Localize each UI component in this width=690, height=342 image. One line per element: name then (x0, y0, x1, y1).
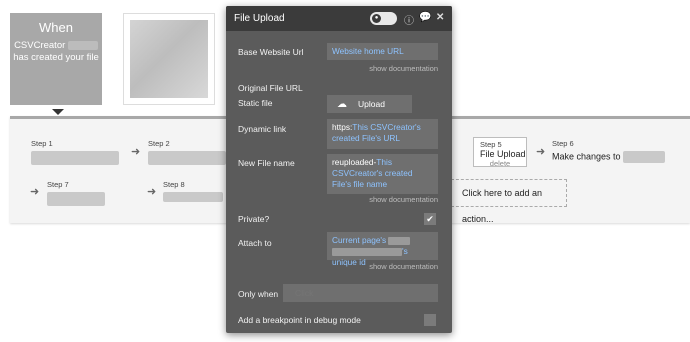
original-url-section-label: Original File URL (238, 83, 303, 93)
redacted-text (163, 192, 223, 203)
base-url-expression: Website home URL (332, 46, 404, 56)
event-trigger-card[interactable]: When CSVCreator has created your file (10, 13, 102, 105)
breakpoint-label: Add a breakpoint in debug mode (238, 315, 361, 325)
check-icon: ✔ (426, 214, 434, 224)
delete-step-link[interactable]: delete (480, 159, 526, 168)
show-documentation-link[interactable]: show documentation (369, 64, 438, 73)
redacted-image (130, 20, 208, 98)
redacted-text (31, 151, 119, 165)
event-when-label: When (39, 20, 73, 35)
step-label: Step 8 (163, 180, 185, 189)
event-card-placeholder[interactable] (123, 13, 215, 105)
step-name: Make changes to (552, 151, 621, 162)
step-label: Step 6 (552, 139, 574, 148)
dynamic-link-label: Dynamic link (238, 124, 287, 134)
workflow-step-6[interactable]: Step 6 Make changes to (552, 139, 666, 163)
redacted-text (332, 247, 402, 256)
event-app-name: CSVCreator (14, 40, 66, 51)
info-icon[interactable]: ⓘ (404, 12, 414, 27)
panel-title: File Upload (234, 13, 285, 24)
base-url-field[interactable]: Website home URL (327, 43, 438, 60)
only-when-input[interactable] (283, 284, 438, 302)
arrow-right-icon: ➜ (147, 186, 157, 198)
attach-to-field[interactable]: Current page's 's unique id (327, 232, 438, 267)
new-file-name-field[interactable]: reuploaded-This CSVCreator's created Fil… (327, 154, 438, 194)
arrow-right-icon: ➜ (131, 146, 141, 158)
new-file-name-label: New File name (238, 158, 295, 168)
close-icon[interactable]: ✕ (436, 12, 444, 23)
workflow-step-5[interactable]: Step 5 File Upload delete (473, 137, 527, 168)
dynamic-link-field[interactable]: https:This CSVCreator's created File's U… (327, 119, 438, 149)
property-editor-panel: File Upload ● ⓘ 💬 ✕ Base Website Url Web… (226, 6, 452, 333)
step-name: File Upload (480, 149, 526, 159)
new-file-name-prefix: reuploaded- (332, 157, 377, 167)
arrow-right-icon: ➜ (536, 146, 546, 158)
upload-button[interactable]: ☁ Upload (327, 95, 412, 113)
workflow-step-2[interactable]: Step 2 (148, 139, 226, 165)
redacted-text (67, 40, 98, 50)
comment-icon[interactable]: 💬 (419, 12, 431, 23)
step-label: Step 1 (31, 139, 53, 148)
panel-header: File Upload ● ⓘ 💬 ✕ (226, 6, 452, 31)
workflow-step-1[interactable]: Step 1 (31, 139, 119, 165)
pointer-down-icon (52, 109, 64, 115)
redacted-text (623, 151, 666, 163)
redacted-text (388, 236, 411, 245)
step-label: Step 7 (47, 180, 69, 189)
event-action: has created your file (13, 52, 99, 63)
event-description: CSVCreator has created your file (10, 40, 102, 64)
arrow-right-icon: ➜ (30, 186, 40, 198)
attach-to-label: Attach to (238, 238, 272, 248)
step-label: Step 2 (148, 139, 170, 148)
add-action-button[interactable]: Click here to add an action... (451, 179, 567, 224)
user-toggle-icon[interactable]: ● (370, 12, 397, 25)
private-checkbox[interactable]: ✔ (424, 213, 436, 225)
redacted-text (148, 151, 226, 165)
breakpoint-checkbox[interactable] (424, 314, 436, 326)
show-documentation-link[interactable]: show documentation (369, 195, 438, 204)
step-label: Step 5 (480, 140, 502, 149)
upload-cloud-icon: ☁ (337, 99, 347, 110)
static-file-label: Static file (238, 98, 273, 108)
show-documentation-link[interactable]: show documentation (369, 262, 438, 271)
only-when-label: Only when (238, 289, 279, 299)
private-label: Private? (238, 214, 270, 224)
workflow-step-8[interactable]: Step 8 (163, 180, 223, 203)
attach-to-expression-start: Current page's (332, 235, 387, 245)
workflow-step-7[interactable]: Step 7 (47, 180, 105, 206)
dynamic-link-prefix: https: (332, 122, 353, 132)
redacted-text (47, 192, 105, 206)
base-url-label: Base Website Url (238, 47, 304, 57)
